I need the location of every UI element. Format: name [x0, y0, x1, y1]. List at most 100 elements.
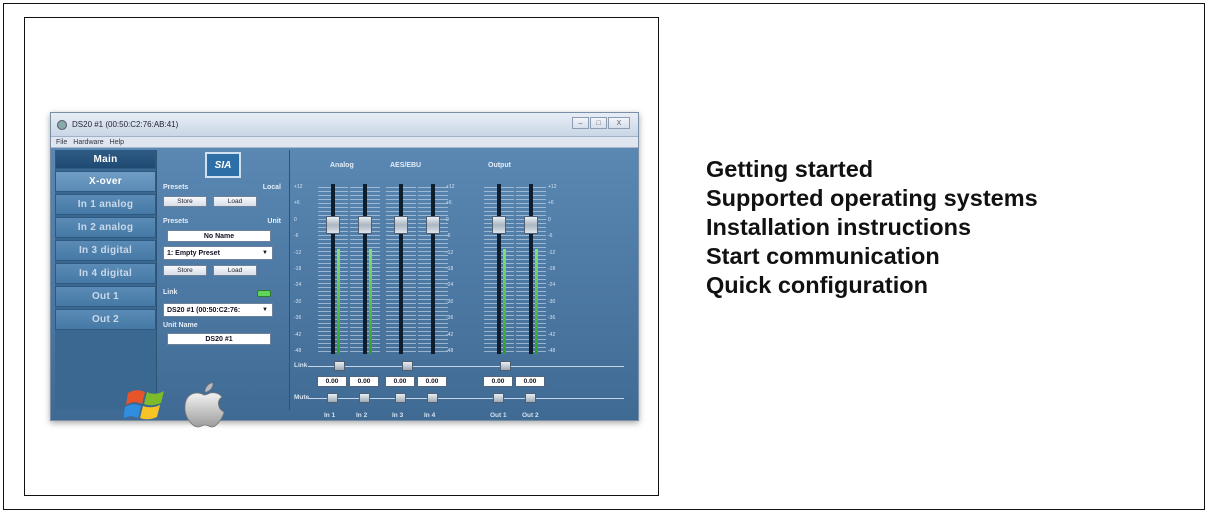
gain-value[interactable]: 0.00	[349, 376, 379, 387]
local-presets-header: Presets Local	[163, 184, 281, 191]
nav-item-in2-analog[interactable]: In 2 analog	[55, 217, 156, 238]
link-line-outputs	[468, 366, 624, 367]
mute-button[interactable]	[493, 393, 504, 403]
fader-track	[399, 184, 403, 354]
device-select[interactable]: DS20 #1 (00:50:C2:76: ▼	[163, 303, 273, 317]
menu-help[interactable]: Help	[110, 139, 124, 146]
apple-logo-icon	[184, 382, 225, 428]
channel-strip	[318, 184, 348, 354]
local-presets-label: Presets	[163, 184, 189, 191]
unit-presets-header: Presets Unit	[163, 218, 281, 225]
channel-label: In 1	[324, 412, 336, 419]
app-window: DS20 #1 (00:50:C2:76:AB:41) – □ X File H…	[50, 112, 639, 421]
maximize-button[interactable]: □	[590, 117, 607, 129]
fader-track	[363, 184, 367, 354]
mute-button[interactable]	[427, 393, 438, 403]
nav-item-in3-digital[interactable]: In 3 digital	[55, 240, 156, 261]
window-title: DS20 #1 (00:50:C2:76:AB:41)	[72, 120, 179, 129]
link-label: Link	[163, 289, 178, 296]
scale-tick-label: -24	[548, 282, 556, 289]
topic-supported-os[interactable]: Supported operating systems	[706, 184, 1038, 213]
fader-knob[interactable]	[426, 215, 440, 234]
channel-label: In 3	[392, 412, 404, 419]
topic-installation[interactable]: Installation instructions	[706, 213, 1038, 242]
unit-load-button[interactable]: Load	[213, 265, 257, 276]
minimize-button[interactable]: –	[572, 117, 589, 129]
channel-strip	[350, 184, 380, 354]
channel-strip	[386, 184, 416, 354]
channel-strip	[516, 184, 546, 354]
nav-item-out1[interactable]: Out 1	[55, 286, 156, 307]
topic-quick-configuration[interactable]: Quick configuration	[706, 271, 1038, 300]
level-meter	[535, 248, 538, 354]
preset-name-field[interactable]: No Name	[167, 230, 271, 242]
group-label-analog: Analog	[330, 162, 354, 169]
scale-tick-label: -30	[294, 298, 302, 305]
channel-strip	[418, 184, 448, 354]
topic-start-communication[interactable]: Start communication	[706, 242, 1038, 271]
unit-name-header: Unit Name	[163, 322, 281, 329]
chevron-down-icon: ▼	[262, 250, 268, 256]
fader-knob[interactable]	[492, 215, 506, 234]
menu-hardware[interactable]: Hardware	[73, 139, 103, 146]
unit-store-button[interactable]: Store	[163, 265, 207, 276]
scale-tick-label: 0	[548, 216, 551, 223]
mute-button[interactable]	[525, 393, 536, 403]
fader-knob[interactable]	[358, 215, 372, 234]
mute-button[interactable]	[395, 393, 406, 403]
group-label-aes-ebu: AES/EBU	[390, 162, 422, 169]
scale-tick-label: -30	[548, 298, 556, 305]
nav-item-main[interactable]: Main	[55, 150, 156, 169]
window-controls: – □ X	[572, 117, 630, 129]
scale-tick-label: +12	[548, 184, 557, 190]
gain-value[interactable]: 0.00	[515, 376, 545, 387]
scale-tick-label: -24	[294, 282, 302, 289]
level-meter	[337, 248, 340, 354]
topic-getting-started[interactable]: Getting started	[706, 155, 1038, 184]
local-store-button[interactable]: Store	[163, 196, 207, 207]
menu-file[interactable]: File	[56, 139, 67, 146]
nav-sidebar: Main X-over In 1 analog In 2 analog In 3…	[55, 150, 157, 410]
link-button[interactable]	[402, 361, 413, 371]
nav-item-in4-digital[interactable]: In 4 digital	[55, 263, 156, 284]
fader-track	[497, 184, 501, 354]
fader-knob[interactable]	[524, 215, 538, 234]
link-status-led	[257, 290, 271, 297]
scale-tick-label: -6	[294, 233, 299, 240]
nav-item-in1-analog[interactable]: In 1 analog	[55, 194, 156, 215]
gain-value[interactable]: 0.00	[317, 376, 347, 387]
mute-row-label: Mute	[294, 394, 310, 401]
unit-presets-label: Presets	[163, 218, 189, 225]
scale-left: +12 +6 0 -6 -12 -18 -24 -30 -36 -42 -48	[294, 184, 306, 354]
windows-logo-icon	[124, 390, 164, 420]
channel-label: In 2	[356, 412, 368, 419]
nav-item-out2[interactable]: Out 2	[55, 309, 156, 330]
link-button[interactable]	[334, 361, 345, 371]
mute-button[interactable]	[327, 393, 338, 403]
gain-value[interactable]: 0.00	[385, 376, 415, 387]
scale-tick-label: -42	[294, 331, 302, 338]
window-titlebar[interactable]: DS20 #1 (00:50:C2:76:AB:41) – □ X	[51, 113, 638, 137]
scale-tick-label: -48	[548, 348, 556, 354]
fader-knob[interactable]	[326, 215, 340, 234]
sia-logo: SIA	[205, 152, 241, 178]
link-button[interactable]	[500, 361, 511, 371]
scale-tick-label: +6	[294, 200, 300, 207]
link-row-label: Link	[294, 362, 308, 369]
level-meter	[369, 248, 372, 354]
channel-label: In 4	[424, 412, 436, 419]
fader-knob[interactable]	[394, 215, 408, 234]
unit-name-field[interactable]: DS20 #1	[167, 333, 271, 345]
gain-value[interactable]: 0.00	[483, 376, 513, 387]
menubar: File Hardware Help	[51, 137, 638, 148]
close-button[interactable]: X	[608, 117, 630, 129]
presets-panel: SIA Presets Local Store Load Presets Uni…	[161, 150, 285, 410]
device-select-value: DS20 #1 (00:50:C2:76:	[167, 306, 241, 314]
mute-button[interactable]	[359, 393, 370, 403]
gain-value[interactable]: 0.00	[417, 376, 447, 387]
mixer-panel: Analog AES/EBU Output Link Mute +12 +6 0 -6…	[289, 150, 634, 419]
nav-item-x-over[interactable]: X-over	[55, 171, 156, 192]
preset-select[interactable]: 1: Empty Preset ▼	[163, 246, 273, 260]
scale-tick-label: 0	[294, 216, 297, 223]
local-load-button[interactable]: Load	[213, 196, 257, 207]
